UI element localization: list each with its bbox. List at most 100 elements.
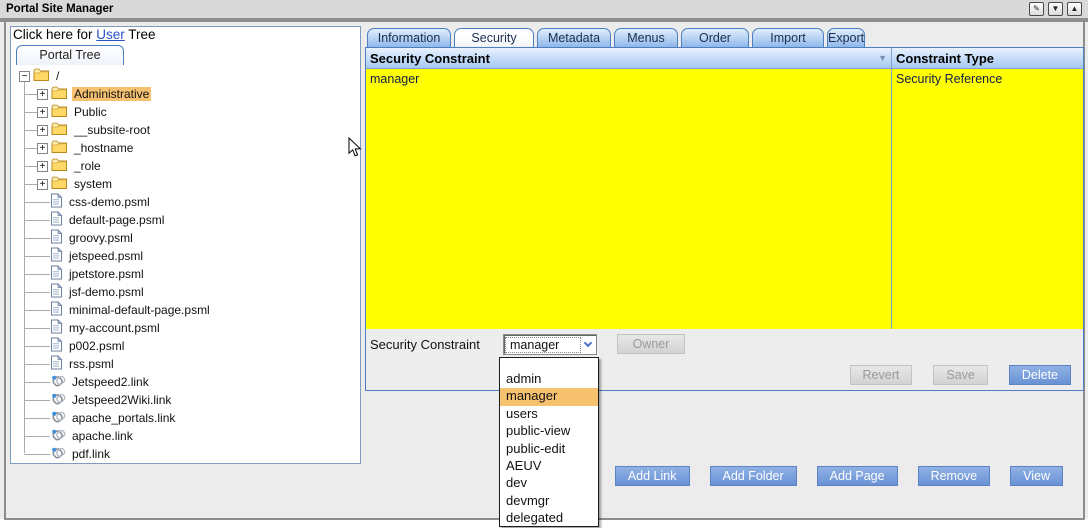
constraint-column: manager xyxy=(366,69,892,329)
tree-guide-stub xyxy=(24,265,50,275)
node-action-button[interactable]: View xyxy=(1010,466,1063,486)
tree-node[interactable]: pdf.link xyxy=(11,445,360,463)
page-document-icon xyxy=(50,193,63,211)
page-document-icon xyxy=(50,355,63,373)
window-control-button[interactable]: ✎ xyxy=(1029,2,1044,16)
tree-expander-toggle[interactable]: + xyxy=(37,161,48,172)
tree-switch-suffix: Tree xyxy=(125,27,156,42)
tree-expander-toggle[interactable]: + xyxy=(37,89,48,100)
tree-node[interactable]: css-demo.psml xyxy=(11,193,360,211)
link-icon xyxy=(50,374,66,391)
tree-guide-stub xyxy=(24,337,50,347)
tree-node[interactable]: apache.link xyxy=(11,427,360,445)
tree-expander-toggle[interactable]: + xyxy=(37,107,48,118)
tree-node[interactable]: + xyxy=(11,121,360,139)
tree-node[interactable]: − xyxy=(11,67,360,85)
action-button[interactable]: Delete xyxy=(1009,365,1071,385)
dropdown-option[interactable]: admin xyxy=(500,371,598,388)
security-constraint-select[interactable]: manager xyxy=(503,334,597,355)
tree-node[interactable]: groovy.psml xyxy=(11,229,360,247)
tree-node[interactable]: my-account.psml xyxy=(11,319,360,337)
tree-node[interactable]: apache_portals.link xyxy=(11,409,360,427)
owner-button: Owner xyxy=(617,334,685,354)
tree-guide-stub xyxy=(24,319,50,329)
tree-node[interactable]: minimal-default-page.psml xyxy=(11,301,360,319)
tree-node[interactable]: + xyxy=(11,175,360,193)
tree-node[interactable]: + xyxy=(11,85,360,103)
tree-switch-header: Click here for User Tree xyxy=(11,27,360,45)
tree-node[interactable]: jsf-demo.psml xyxy=(11,283,360,301)
tree-guide-stub xyxy=(24,139,37,149)
detail-tab[interactable]: Import xyxy=(752,28,824,47)
tree-expander-toggle[interactable]: + xyxy=(37,143,48,154)
tree-node[interactable]: jpetstore.psml xyxy=(11,265,360,283)
dropdown-option[interactable]: devmgr xyxy=(500,493,598,510)
node-action-button[interactable]: Remove xyxy=(918,466,991,486)
select-current-value: manager xyxy=(506,338,580,352)
node-action-button[interactable]: Add Page xyxy=(817,466,898,486)
page-document-icon xyxy=(50,301,63,319)
window-control-button[interactable]: ▲ xyxy=(1067,2,1082,16)
chevron-down-icon[interactable] xyxy=(580,335,596,354)
tree-node-label: css-demo.psml xyxy=(67,195,152,209)
tree-expander-toggle[interactable]: + xyxy=(37,179,48,190)
tree-node[interactable]: + xyxy=(11,139,360,157)
tree-node-label: p002.psml xyxy=(67,339,126,353)
tree-node[interactable]: jetspeed.psml xyxy=(11,247,360,265)
constraint-cell[interactable]: manager xyxy=(366,69,891,89)
action-button: Save xyxy=(933,365,988,385)
tree-guide-stub xyxy=(24,409,50,419)
dropdown-option[interactable]: AEUV xyxy=(500,458,598,475)
tree-guide-stub xyxy=(24,211,50,221)
tree-node[interactable]: Jetspeed2.link xyxy=(11,373,360,391)
constraint-actions-row: Revert Save Delete xyxy=(366,360,1083,390)
tree-node-label: pdf.link xyxy=(70,447,112,461)
dropdown-option[interactable]: public-edit xyxy=(500,441,598,458)
window-control-button[interactable]: ▼ xyxy=(1048,2,1063,16)
detail-tab[interactable]: Order xyxy=(681,28,749,47)
tab-portal-tree[interactable]: Portal Tree xyxy=(16,45,124,65)
column-header-constraint-type: Constraint Type xyxy=(892,48,1083,68)
dropdown-option[interactable]: delegated xyxy=(500,510,598,527)
column-header-label: Constraint Type xyxy=(896,51,994,66)
page-document-icon xyxy=(50,229,63,247)
tree-node[interactable]: + xyxy=(11,157,360,175)
portal-tree-tabrow: Portal Tree xyxy=(11,45,360,65)
detail-tab[interactable]: Export xyxy=(827,28,865,47)
dropdown-option[interactable]: dev xyxy=(500,475,598,492)
tree-node[interactable]: default-page.psml xyxy=(11,211,360,229)
tree-node-label: apache.link xyxy=(70,429,135,443)
node-actions-row: Add Link Add Folder Add Page Remove View xyxy=(365,466,1084,486)
constraint-type-cell[interactable]: Security Reference xyxy=(892,69,1083,89)
tree-node[interactable]: rss.psml xyxy=(11,355,360,373)
tree-node[interactable]: p002.psml xyxy=(11,337,360,355)
tree-node[interactable]: + xyxy=(11,103,360,121)
sort-descending-icon[interactable]: ▼ xyxy=(878,53,887,63)
constraints-grid-body[interactable]: manager Security Reference xyxy=(366,69,1083,329)
security-tab-content: Security Constraint ▼ Constraint Type ma… xyxy=(365,47,1084,391)
tree-node-label: _hostname xyxy=(72,141,135,155)
dropdown-option[interactable]: users xyxy=(500,406,598,423)
tree-node-label: Jetspeed2Wiki.link xyxy=(70,393,173,407)
node-action-button[interactable]: Add Folder xyxy=(710,466,797,486)
detail-tab[interactable]: Metadata xyxy=(537,28,611,47)
node-action-button[interactable]: Add Link xyxy=(615,466,690,486)
detail-tab[interactable]: Information xyxy=(367,28,451,47)
tree-guide-stub xyxy=(24,247,50,257)
link-icon xyxy=(50,410,66,427)
tree-expander-toggle[interactable]: − xyxy=(19,71,30,82)
folder-icon xyxy=(51,140,68,157)
dropdown-option[interactable]: manager xyxy=(500,388,598,405)
detail-tab[interactable]: Security xyxy=(454,28,534,47)
tree-guide-stub xyxy=(24,301,50,311)
tree-node[interactable]: Jetspeed2Wiki.link xyxy=(11,391,360,409)
tree-guide-stub xyxy=(24,427,50,437)
constraint-type-column: Security Reference xyxy=(892,69,1083,329)
tree-node-label: / xyxy=(54,69,61,83)
portal-tree: − xyxy=(11,65,360,463)
tree-expander-toggle[interactable]: + xyxy=(37,125,48,136)
tree-node-label: Public xyxy=(72,105,109,119)
dropdown-option[interactable]: public-view xyxy=(500,423,598,440)
user-tree-link[interactable]: User xyxy=(96,27,125,42)
detail-tab[interactable]: Menus xyxy=(614,28,678,47)
